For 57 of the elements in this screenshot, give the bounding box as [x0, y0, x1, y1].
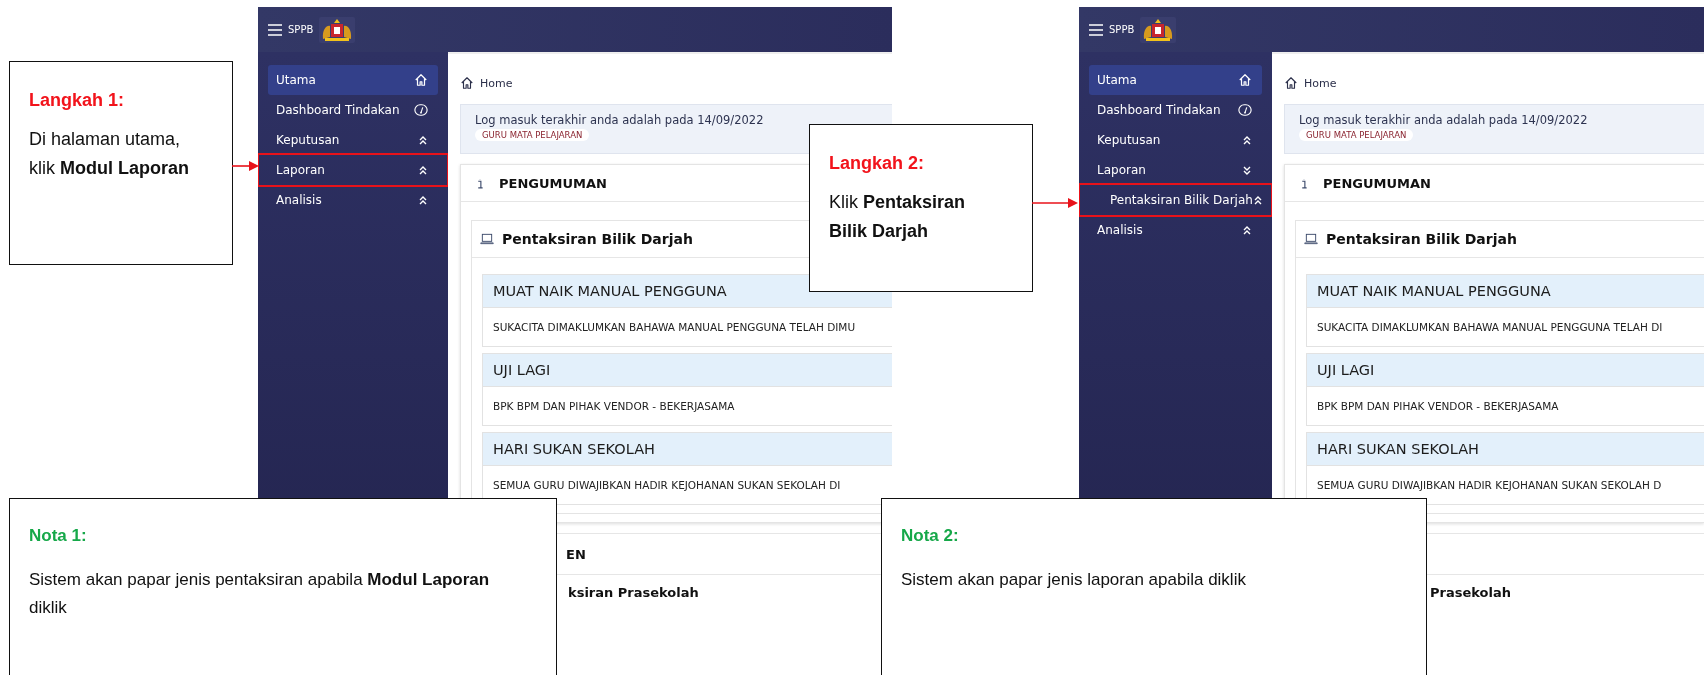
gauge-icon: [414, 103, 428, 117]
section-title: Pentaksiran Bilik Darjah: [1326, 231, 1517, 247]
pointer-arrow: [1032, 198, 1078, 208]
sidebar-item[interactable]: Analisis: [268, 185, 438, 215]
breadcrumb-link[interactable]: Home: [480, 76, 513, 90]
section-title: ksiran Prasekolah: [568, 585, 699, 600]
announcement-text: SUKACITA DIMAKLUMKAN BAHAWA MANUAL PENGGUNA TELAH DIMU: [483, 307, 892, 346]
step-heading: Langkah 1:: [29, 90, 126, 111]
sidebar-item[interactable]: Utama: [268, 65, 438, 95]
pointer-arrow: [232, 161, 259, 171]
role-badge: GURU MATA PELAJARAN: [1299, 129, 1414, 141]
sidebar-item[interactable]: Dashboard Tindakan: [268, 95, 438, 125]
sidebar-item[interactable]: Laporan: [1089, 155, 1262, 185]
sidebar-item[interactable]: Keputusan: [1089, 125, 1262, 155]
sidebar-item[interactable]: Dashboard Tindakan: [1089, 95, 1262, 125]
laptop-icon: [480, 232, 494, 246]
sidebar-item[interactable]: Keputusan: [268, 125, 438, 155]
announcement-title: MUAT NAIK MANUAL PENGGUNA: [1307, 275, 1704, 307]
announcement-title: UJI LAGI: [483, 354, 892, 386]
home-icon: [1238, 73, 1252, 87]
sidebar-item[interactable]: Analisis: [1089, 215, 1262, 245]
announcement-title: HARI SUKAN SEKOLAH: [1307, 433, 1704, 465]
sidebar-item[interactable]: Laporan: [259, 155, 447, 185]
section-title: Pentaksiran Bilik Darjah: [502, 231, 693, 247]
step-text: Di halaman utama, klik Modul Laporan: [29, 128, 190, 180]
emblem-drawing: [319, 16, 356, 43]
app-name: SPPB: [288, 24, 314, 35]
note-heading: Nota 2:: [901, 526, 960, 546]
laptop-icon: [1304, 232, 1318, 246]
menu-icon: [268, 23, 282, 36]
role-badge: GURU MATA PELAJARAN: [475, 129, 590, 141]
app-name: SPPB: [1109, 24, 1135, 35]
sidebar-item[interactable]: Utama: [1089, 65, 1262, 95]
step-text: Klik Pentaksiran Bilik Darjah: [829, 191, 967, 243]
announcement-title: UJI LAGI: [1307, 354, 1704, 386]
announcement-text: BPK BPM DAN PIHAK VENDOR - BEKERJASAMA: [483, 386, 892, 425]
last-login-text: Log masuk terakhir anda adalah pada 14/09/2022: [475, 113, 764, 127]
announcement-text: SUKACITA DIMAKLUMKAN BAHAWA MANUAL PENGGUNA TELAH DI: [1307, 307, 1704, 346]
note-text: Sistem akan papar jenis pentaksiran apabila Modul Laporan diklik: [29, 569, 491, 619]
section-title: Prasekolah: [1430, 585, 1511, 600]
announcement-text: BPK BPM DAN PIHAK VENDOR - BEKERJASAMA: [1307, 386, 1704, 425]
note-heading: Nota 1:: [29, 526, 88, 546]
gauge-icon: [1238, 103, 1252, 117]
announcement-title: HARI SUKAN SEKOLAH: [483, 433, 892, 465]
home-icon: [460, 76, 474, 90]
home-icon: [1284, 76, 1298, 90]
home-icon: [414, 73, 428, 87]
note-text: Sistem akan papar jenis laporan apabila diklik: [901, 569, 1247, 591]
card-title: PENGUMUMAN: [499, 175, 607, 191]
breadcrumb-link[interactable]: Home: [1304, 76, 1337, 90]
last-login-text: Log masuk terakhir anda adalah pada 14/09/2022: [1299, 113, 1588, 127]
card-title: EN: [566, 546, 586, 562]
card-title: PENGUMUMAN: [1323, 175, 1431, 191]
step-heading: Langkah 2:: [829, 153, 926, 174]
sidebar-item[interactable]: Pentaksiran Bilik Darjah: [1080, 185, 1271, 215]
menu-icon: [1089, 23, 1103, 36]
emblem-drawing: [1140, 16, 1177, 43]
